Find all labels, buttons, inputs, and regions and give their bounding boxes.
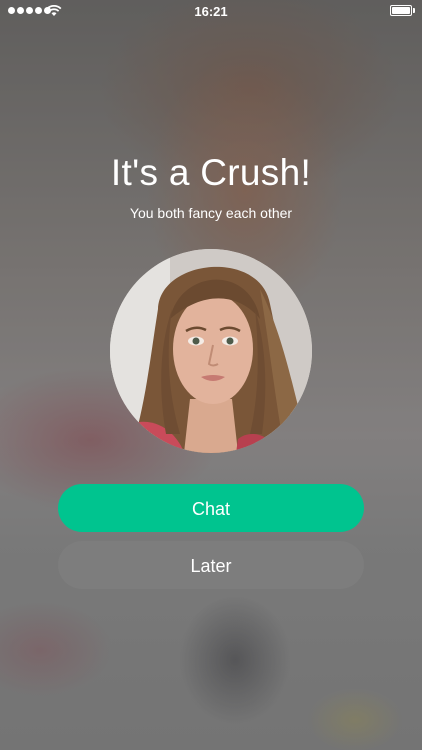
match-subtitle: You both fancy each other: [129, 205, 293, 221]
avatar-portrait-image: [110, 249, 312, 453]
matched-user-avatar: [110, 249, 312, 453]
status-bar: 16:21: [0, 0, 422, 22]
battery-icon: [390, 5, 412, 16]
later-button[interactable]: Later: [58, 541, 364, 589]
battery-tip: [413, 8, 415, 13]
status-time: 16:21: [194, 4, 228, 19]
match-title: It's a Crush!: [110, 152, 312, 193]
chat-button[interactable]: Chat: [58, 484, 364, 532]
match-screen: 16:21 It's a Crush! You both fancy each …: [0, 0, 422, 750]
